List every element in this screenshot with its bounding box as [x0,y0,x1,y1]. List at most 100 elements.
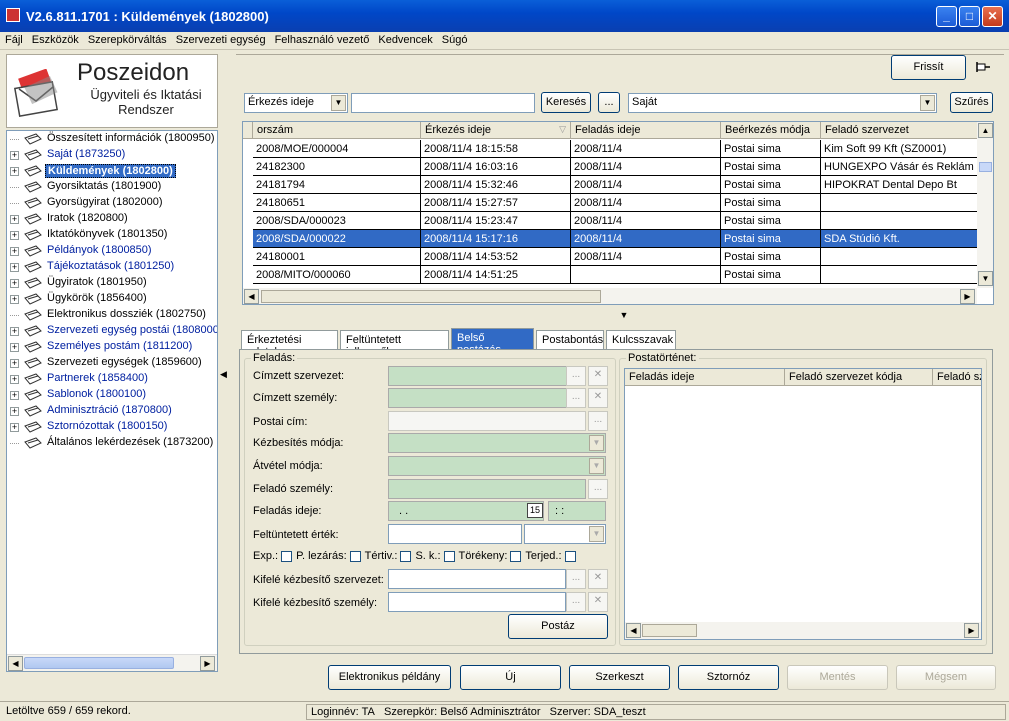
collapse-panel-icon[interactable]: ◀ [220,362,230,386]
cimzett-szemely-dots-button[interactable]: ... [566,388,586,408]
kifele-szervezet-dots-button[interactable]: ... [566,569,586,589]
felado-szemely-field[interactable] [388,479,586,499]
kezbesites-modja-select[interactable]: ▼ [388,433,606,453]
tree-item[interactable]: + Partnerek (1858400) [7,371,217,387]
tree-item[interactable]: + Példányok (1800850) [7,243,217,259]
table-row[interactable]: 2008/SDA/000023 2008/11/4 15:23:47 2008/11… [253,212,991,230]
history-horizontal-scrollbar[interactable]: ◀ ▶ [625,622,981,639]
grid-vertical-scrollbar[interactable]: ▲ ▼ [977,122,993,288]
table-row[interactable]: 2008/MOE/000004 2008/11/4 18:15:58 2008/11… [253,140,991,158]
tab-3[interactable]: Postabontás [536,330,604,349]
tab-4[interactable]: Kulcsszavak [606,330,676,349]
tree-item[interactable]: + Tájékoztatások (1801250) [7,259,217,275]
flag-checkbox[interactable] [510,550,522,562]
expand-icon[interactable]: + [10,247,19,256]
bottom-button-2[interactable]: Szerkeszt [569,665,670,690]
tree-item[interactable]: + Szervezeti egységek (1859600) [7,355,217,371]
scroll-left-icon[interactable]: ◀ [626,623,641,638]
table-row[interactable]: 2008/SDA/000022 2008/11/4 15:17:16 2008/11… [253,230,991,248]
expand-icon[interactable]: + [10,215,19,224]
scroll-thumb[interactable] [642,624,697,637]
search-field-select[interactable]: Érkezés ideje ▼ [244,93,348,113]
column-header[interactable]: Feladás ideje [571,122,721,139]
expand-icon[interactable]: + [10,295,19,304]
table-row[interactable]: 2008/MITO/000060 2008/11/4 14:51:25 Postai… [253,266,991,284]
felado-szemely-dots-button[interactable]: ... [588,479,608,499]
currency-select[interactable]: ▼ [524,524,606,544]
menu-item-3[interactable]: Szervezeti egység [171,32,270,46]
tab-2[interactable]: Belső postázás [451,328,534,356]
maximize-button[interactable]: □ [959,6,980,27]
flag-checkbox[interactable] [443,550,455,562]
atvetel-modja-select[interactable]: ▼ [388,456,606,476]
table-row[interactable]: 24182300 2008/11/4 16:03:16 2008/11/4 Posta… [253,158,991,176]
search-input[interactable] [351,93,535,113]
menu-item-5[interactable]: Kedvencek [373,32,436,46]
calendar-icon[interactable]: 15 [527,503,543,518]
bottom-button-0[interactable]: Elektronikus példány [328,665,451,690]
tree-item[interactable]: + Ügyiratok (1801950) [7,275,217,291]
scroll-right-icon[interactable]: ▶ [964,623,979,638]
expand-icon[interactable]: + [10,343,19,352]
splitter-arrow-icon[interactable]: ▼ [614,311,634,320]
history-column-header[interactable]: Feladó sz [933,369,981,386]
kifele-szemely-input[interactable] [388,592,566,612]
tree-item[interactable]: Gyorsiktatás (1801900) [7,179,217,195]
expand-icon[interactable]: + [10,263,19,272]
scroll-thumb[interactable] [979,162,992,172]
scroll-right-icon[interactable]: ▶ [960,289,975,304]
bottom-button-5[interactable]: Mégsem [896,665,996,690]
tree-item[interactable]: + Iktatókönyvek (1801350) [7,227,217,243]
history-grid[interactable]: Feladás ideje Feladó szervezet kódja Felad… [624,368,982,640]
search-button[interactable]: Keresés [541,92,591,113]
menu-item-4[interactable]: Felhasználó vezető [270,32,374,46]
expand-icon[interactable]: + [10,231,19,240]
expand-icon[interactable]: + [10,327,19,336]
tree-item[interactable]: + Adminisztráció (1870800) [7,403,217,419]
menu-item-2[interactable]: Szerepkörváltás [83,32,171,46]
grid-horizontal-scrollbar[interactable]: ◀ ▶ [243,288,977,304]
scope-select[interactable]: Saját ▼ [628,93,937,113]
scroll-right-icon[interactable]: ▶ [200,656,215,671]
expand-icon[interactable]: + [10,375,19,384]
feladas-date-field[interactable]: . . [388,501,544,521]
history-column-header[interactable]: Feladás ideje [625,369,785,386]
tree-item[interactable]: Gyorsügyirat (1802000) [7,195,217,211]
tree-item[interactable]: + Iratok (1820800) [7,211,217,227]
kifele-szemely-clear-icon[interactable]: ✕ [588,592,608,612]
scroll-thumb[interactable] [261,290,601,303]
expand-icon[interactable]: + [10,359,19,368]
minimize-button[interactable]: _ [936,6,957,27]
tab-0[interactable]: Érkeztetési adatok [241,330,338,358]
cimzett-szervezet-dots-button[interactable]: ... [566,366,586,386]
scroll-down-icon[interactable]: ▼ [978,271,993,286]
menu-item-0[interactable]: Fájl [0,32,27,46]
filter-button[interactable]: Szűrés [950,92,993,113]
column-header[interactable]: Beérkezés módja [721,122,821,139]
kifele-szervezet-input[interactable] [388,569,566,589]
cimzett-szemely-field[interactable] [388,388,586,408]
cimzett-szemely-clear-icon[interactable]: ✕ [588,388,608,408]
cimzett-szervezet-clear-icon[interactable]: ✕ [588,366,608,386]
tree-item[interactable]: + Sztornózottak (1800150) [7,419,217,435]
flag-checkbox[interactable] [564,550,576,562]
menu-item-1[interactable]: Eszközök [27,32,83,46]
cimzett-szervezet-field[interactable] [388,366,586,386]
column-header[interactable]: orszám [253,122,421,139]
expand-icon[interactable]: + [10,391,19,400]
tree-item[interactable]: Általános lekérdezések (1873200) [7,435,217,451]
postaz-button[interactable]: Postáz [508,614,608,639]
tree-item[interactable]: + Sablonok (1800100) [7,387,217,403]
pin-icon[interactable] [975,60,991,74]
feltuntetett-ertek-input[interactable] [388,524,522,544]
kifele-szervezet-clear-icon[interactable]: ✕ [588,569,608,589]
column-header[interactable]: Érkezés ideje ▽ [421,122,571,139]
more-button[interactable]: ... [598,92,620,113]
scroll-thumb[interactable] [24,657,174,669]
refresh-button[interactable]: Frissít [891,55,966,80]
flag-checkbox[interactable] [400,550,412,562]
flag-checkbox[interactable] [281,550,293,562]
tree-item[interactable]: + Szervezeti egység postái (1808000) [7,323,217,339]
expand-icon[interactable]: + [10,423,19,432]
column-header[interactable]: Feladó szervezet [821,122,991,139]
